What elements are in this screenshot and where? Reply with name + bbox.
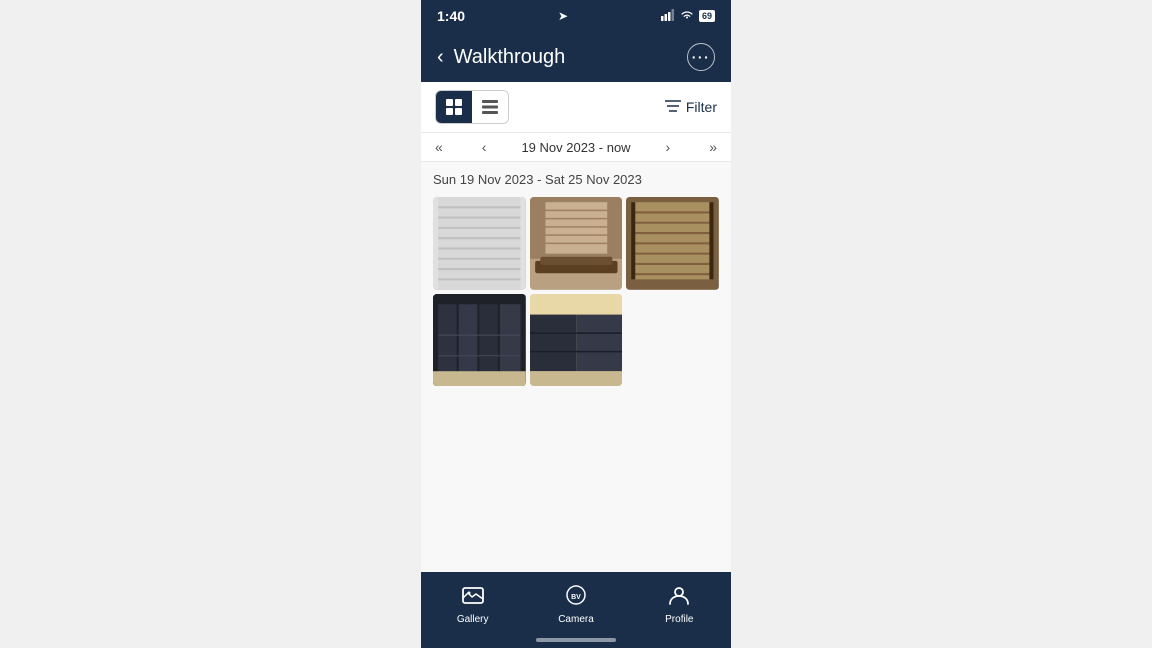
filter-label: Filter bbox=[686, 99, 717, 115]
gallery-date-range: Sun 19 Nov 2023 - Sat 25 Nov 2023 bbox=[433, 172, 719, 187]
bottom-tab-bar: Gallery BV Camera Profile bbox=[421, 572, 731, 634]
gallery-section: Sun 19 Nov 2023 - Sat 25 Nov 2023 bbox=[421, 162, 731, 396]
camera-tab-label: Camera bbox=[558, 614, 594, 625]
tab-camera[interactable]: BV Camera bbox=[524, 585, 627, 625]
filter-button[interactable]: Filter bbox=[665, 99, 717, 116]
grid-view-button[interactable] bbox=[436, 91, 472, 123]
date-range-nav: 19 Nov 2023 - now bbox=[521, 140, 630, 155]
date-last-button[interactable]: » bbox=[705, 139, 721, 155]
photo-5[interactable] bbox=[530, 294, 623, 387]
signal-icon bbox=[661, 9, 675, 24]
view-toggle bbox=[435, 90, 509, 124]
home-indicator bbox=[421, 634, 731, 648]
tab-profile[interactable]: Profile bbox=[628, 585, 731, 625]
photo-grid-row2 bbox=[433, 294, 719, 387]
status-time: 1:40 bbox=[437, 8, 465, 24]
back-button[interactable]: ‹ bbox=[437, 46, 444, 69]
list-view-button[interactable] bbox=[472, 91, 508, 123]
photo-3[interactable] bbox=[626, 197, 719, 290]
photo-4[interactable] bbox=[433, 294, 526, 387]
gallery-tab-label: Gallery bbox=[457, 614, 489, 625]
status-location-icon: ➤ bbox=[558, 9, 568, 23]
camera-tab-icon: BV bbox=[565, 585, 587, 611]
status-icons: 69 bbox=[661, 9, 715, 24]
svg-text:BV: BV bbox=[571, 594, 581, 601]
profile-tab-label: Profile bbox=[665, 614, 693, 625]
wifi-icon bbox=[680, 9, 694, 23]
photo-1[interactable] bbox=[433, 197, 526, 290]
date-next-button[interactable]: › bbox=[662, 139, 675, 155]
home-bar bbox=[536, 638, 616, 642]
profile-tab-icon bbox=[668, 585, 690, 611]
battery-icon: 69 bbox=[699, 10, 715, 22]
date-prev-button[interactable]: ‹ bbox=[478, 139, 491, 155]
content-area: Filter « ‹ 19 Nov 2023 - now › » Sun 19 … bbox=[421, 82, 731, 572]
status-bar: 1:40 ➤ 69 bbox=[421, 0, 731, 32]
more-button[interactable]: ··· bbox=[687, 43, 715, 71]
photo-placeholder bbox=[626, 294, 719, 387]
photo-grid-row1 bbox=[433, 197, 719, 290]
photo-2[interactable] bbox=[530, 197, 623, 290]
page-title: Walkthrough bbox=[454, 46, 687, 69]
nav-header: ‹ Walkthrough ··· bbox=[421, 32, 731, 82]
date-navigation: « ‹ 19 Nov 2023 - now › » bbox=[421, 133, 731, 162]
tab-gallery[interactable]: Gallery bbox=[421, 585, 524, 625]
filter-icon bbox=[665, 99, 681, 116]
toolbar: Filter bbox=[421, 82, 731, 133]
gallery-tab-icon bbox=[462, 585, 484, 611]
date-first-button[interactable]: « bbox=[431, 139, 447, 155]
phone-frame: 1:40 ➤ 69 ‹ Walkthrou bbox=[421, 0, 731, 648]
